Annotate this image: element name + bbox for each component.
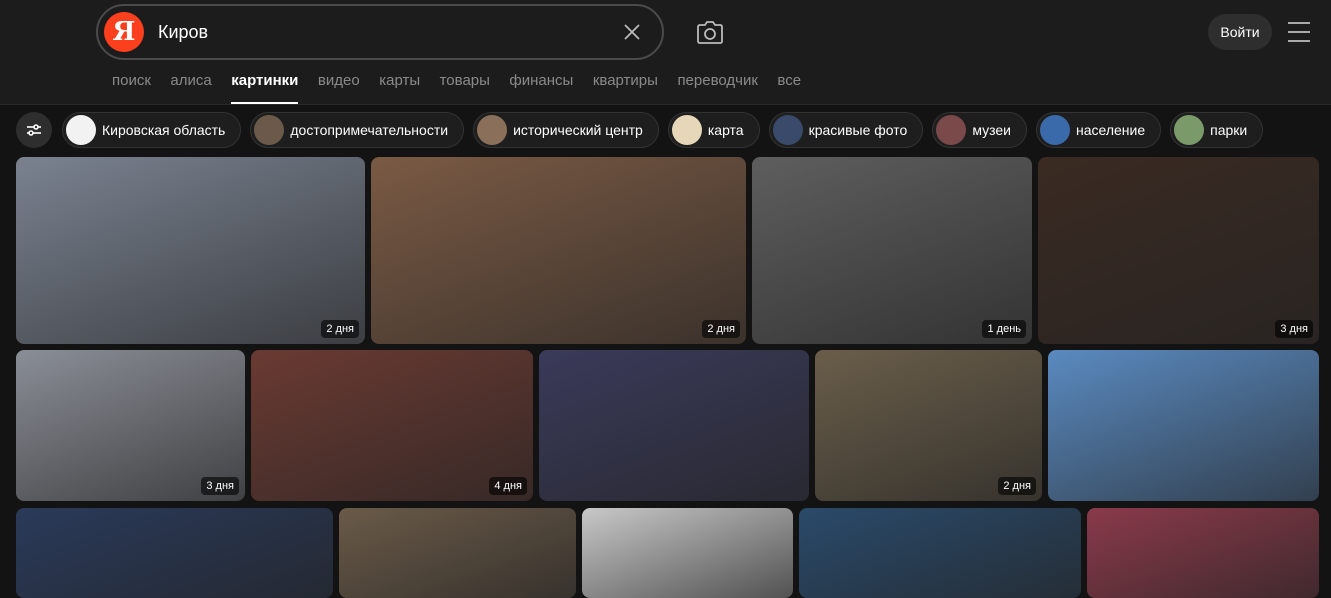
chip-thumbnail bbox=[1174, 115, 1205, 145]
date-badge: 2 дня bbox=[702, 320, 740, 338]
chip-label: парки bbox=[1210, 122, 1248, 138]
date-badge: 3 дня bbox=[201, 477, 239, 495]
tabs: поиск алиса картинки видео карты товары финанс… bbox=[112, 72, 821, 104]
date-badge: 1 день bbox=[982, 320, 1026, 338]
close-icon[interactable] bbox=[622, 22, 642, 42]
chip-thumbnail bbox=[671, 115, 702, 145]
image-result[interactable] bbox=[16, 508, 333, 598]
camera-icon[interactable] bbox=[696, 19, 724, 47]
chip-thumbnail bbox=[1039, 115, 1070, 145]
tab-5[interactable]: товары bbox=[440, 72, 490, 104]
image-result[interactable]: 2 дня bbox=[815, 350, 1042, 501]
image-result[interactable] bbox=[799, 508, 1081, 598]
date-badge: 4 дня bbox=[489, 477, 527, 495]
chips-bar: Кировская область достопримечательности ис… bbox=[16, 112, 1272, 148]
image-result[interactable]: 2 дня bbox=[16, 157, 365, 344]
tab-4[interactable]: карты bbox=[379, 72, 420, 104]
tab-1[interactable]: алиса bbox=[170, 72, 211, 104]
tab-9[interactable]: все bbox=[777, 72, 801, 104]
chip-thumbnail bbox=[477, 115, 508, 145]
search-input[interactable]: Киров bbox=[158, 22, 208, 43]
login-button[interactable]: Войти bbox=[1208, 14, 1272, 50]
image-result[interactable] bbox=[1087, 508, 1319, 598]
chip-5[interactable]: музеи bbox=[932, 112, 1027, 148]
header: Я Киров Войти поиск алиса картинки видео кар… bbox=[0, 0, 1331, 105]
yandex-logo[interactable]: Я bbox=[104, 12, 144, 52]
image-result[interactable]: 3 дня bbox=[1038, 157, 1319, 344]
tab-6[interactable]: финансы bbox=[509, 72, 573, 104]
tab-7[interactable]: квартиры bbox=[593, 72, 658, 104]
chip-thumbnail bbox=[936, 115, 967, 145]
chip-1[interactable]: достопримечательности bbox=[250, 112, 465, 148]
sliders-icon bbox=[27, 124, 41, 136]
image-result[interactable]: 2 дня bbox=[371, 157, 746, 344]
image-result[interactable] bbox=[582, 508, 793, 598]
chip-label: карта bbox=[707, 122, 744, 138]
chip-label: достопримечательности bbox=[290, 122, 449, 138]
search-box[interactable]: Я Киров bbox=[96, 4, 664, 60]
chip-label: Кировская область bbox=[102, 122, 226, 138]
chip-thumbnail bbox=[66, 115, 96, 145]
chip-thumbnail bbox=[772, 115, 803, 145]
menu-icon[interactable] bbox=[1288, 22, 1310, 42]
tab-2[interactable]: картинки bbox=[231, 72, 299, 104]
image-result[interactable]: 4 дня bbox=[251, 350, 533, 501]
chip-4[interactable]: красивые фото bbox=[768, 112, 924, 148]
date-badge: 2 дня bbox=[321, 320, 359, 338]
tab-0[interactable]: поиск bbox=[112, 72, 151, 104]
image-result[interactable] bbox=[339, 508, 576, 598]
chip-label: исторический центр bbox=[513, 122, 643, 138]
chip-7[interactable]: парки bbox=[1170, 112, 1264, 148]
chip-2[interactable]: исторический центр bbox=[473, 112, 659, 148]
date-badge: 2 дня bbox=[998, 477, 1036, 495]
image-result[interactable] bbox=[1048, 350, 1319, 501]
chip-label: население bbox=[1075, 122, 1146, 138]
date-badge: 3 дня bbox=[1275, 320, 1313, 338]
chip-label: красивые фото bbox=[808, 122, 908, 138]
chip-6[interactable]: население bbox=[1035, 112, 1162, 148]
filter-button[interactable] bbox=[16, 112, 52, 148]
image-result[interactable]: 3 дня bbox=[16, 350, 245, 501]
chip-3[interactable]: карта bbox=[667, 112, 760, 148]
image-result[interactable] bbox=[539, 350, 809, 501]
chip-thumbnail bbox=[254, 115, 285, 145]
image-result[interactable]: 1 день bbox=[752, 157, 1032, 344]
chip-0[interactable]: Кировская область bbox=[62, 112, 242, 148]
chip-label: музеи bbox=[972, 122, 1011, 138]
tab-3[interactable]: видео bbox=[318, 72, 360, 104]
tab-8[interactable]: переводчик bbox=[677, 72, 757, 104]
